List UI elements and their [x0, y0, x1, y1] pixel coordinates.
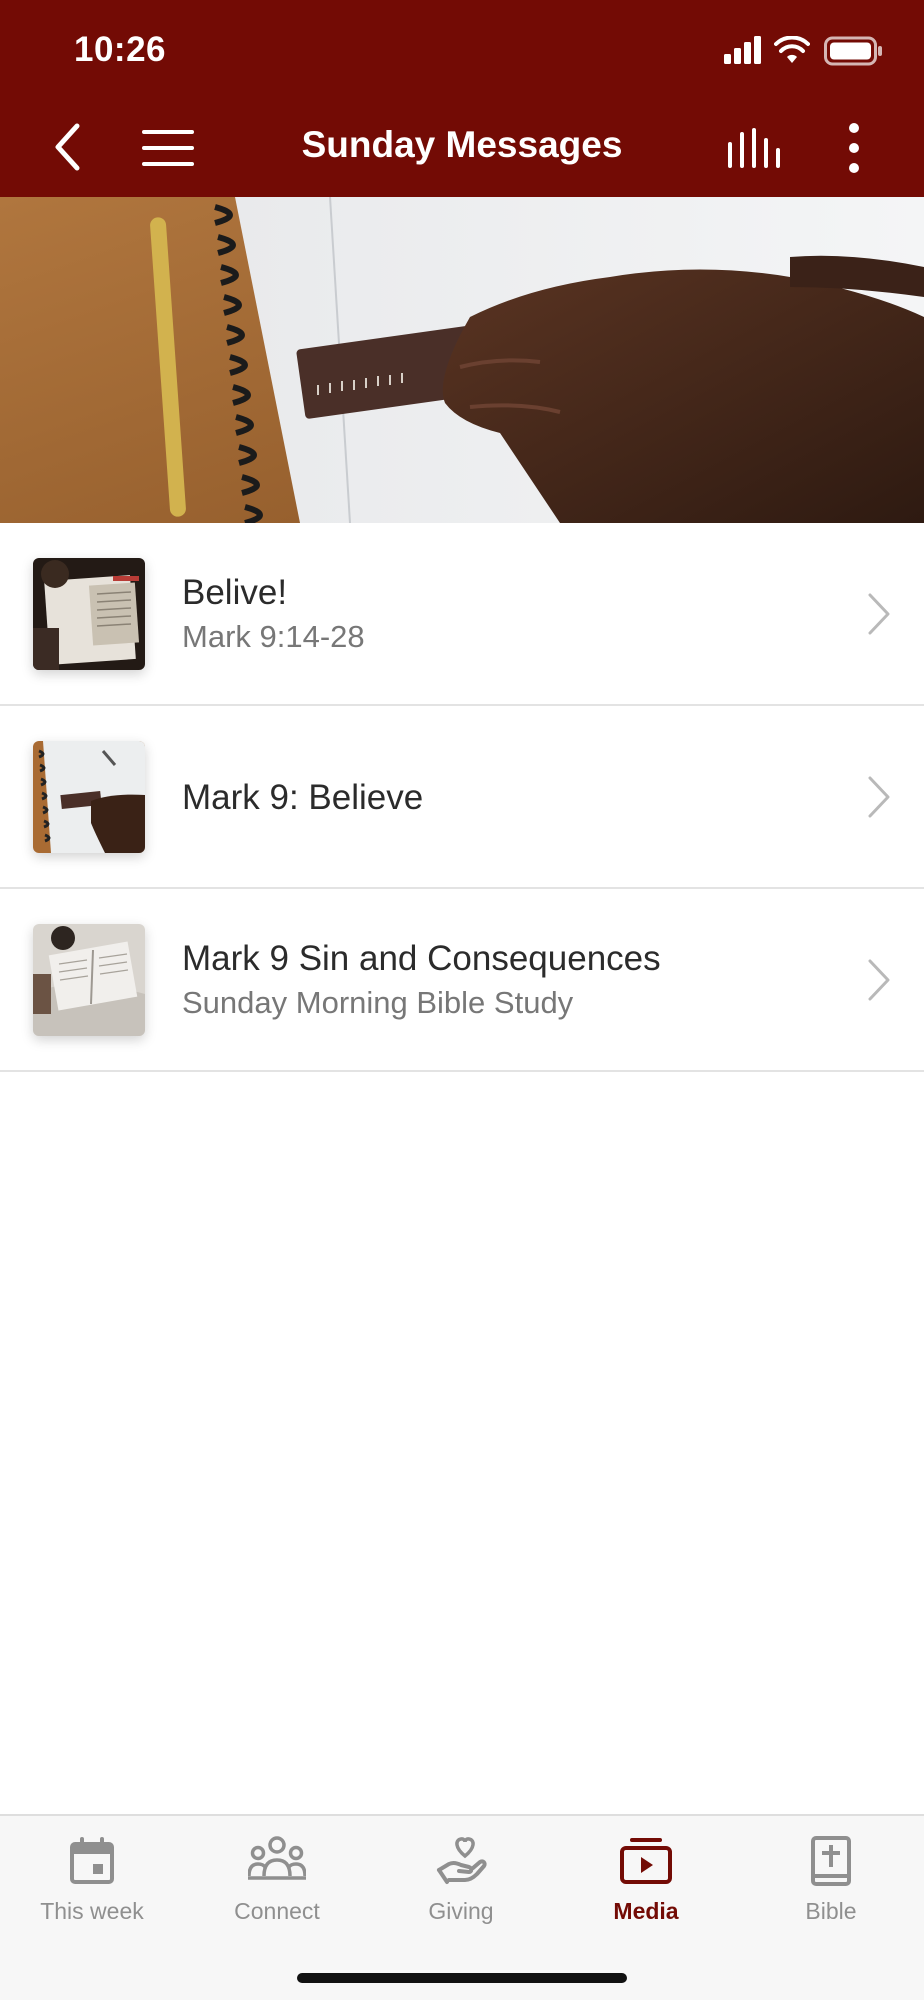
more-icon[interactable] [842, 122, 866, 174]
giving-hand-icon [437, 1837, 487, 1884]
hero-image [0, 197, 924, 523]
list-item[interactable]: Belive! Mark 9:14-28 [0, 523, 924, 706]
bible-icon [811, 1836, 851, 1886]
stats-icon[interactable] [728, 128, 780, 168]
message-thumbnail [33, 741, 145, 853]
battery-icon [824, 36, 882, 66]
tab-label: This week [40, 1898, 144, 1924]
status-time: 10:26 [74, 30, 167, 69]
message-subtitle: Mark 9:14-28 [182, 619, 365, 654]
top-bar: 10:26 Sunday Messages [0, 0, 924, 197]
tab-media[interactable]: Media [554, 1816, 738, 1946]
message-thumbnail [33, 558, 145, 670]
people-icon [248, 1836, 306, 1880]
message-title: Mark 9: Believe [182, 778, 424, 817]
tab-giving[interactable]: Giving [369, 1816, 553, 1946]
page-title: Sunday Messages [301, 124, 623, 165]
tab-label: Giving [428, 1898, 494, 1924]
media-icon [620, 1838, 672, 1884]
tab-label: Media [613, 1898, 679, 1924]
calendar-icon [70, 1837, 114, 1884]
home-indicator [297, 1973, 627, 1983]
chevron-right-icon [868, 959, 890, 1001]
chevron-right-icon [868, 776, 890, 818]
message-title: Belive! [182, 573, 288, 612]
chevron-right-icon [868, 593, 890, 635]
message-title: Mark 9 Sin and Consequences [182, 939, 661, 978]
signal-icon [724, 36, 761, 64]
tab-this-week[interactable]: This week [0, 1816, 184, 1946]
list-item[interactable]: Mark 9 Sin and Consequences Sunday Morni… [0, 889, 924, 1072]
status-icons [724, 36, 924, 68]
tab-label: Connect [234, 1898, 320, 1924]
list-item[interactable]: Mark 9: Believe [0, 706, 924, 889]
tab-bible[interactable]: Bible [739, 1816, 923, 1946]
message-subtitle: Sunday Morning Bible Study [182, 985, 574, 1020]
tab-label: Bible [805, 1898, 857, 1924]
tab-connect[interactable]: Connect [185, 1816, 369, 1946]
wifi-icon [774, 36, 810, 63]
message-list: Belive! Mark 9:14-28 Mark 9: Believe Mar… [0, 523, 924, 1072]
message-thumbnail [33, 924, 145, 1036]
